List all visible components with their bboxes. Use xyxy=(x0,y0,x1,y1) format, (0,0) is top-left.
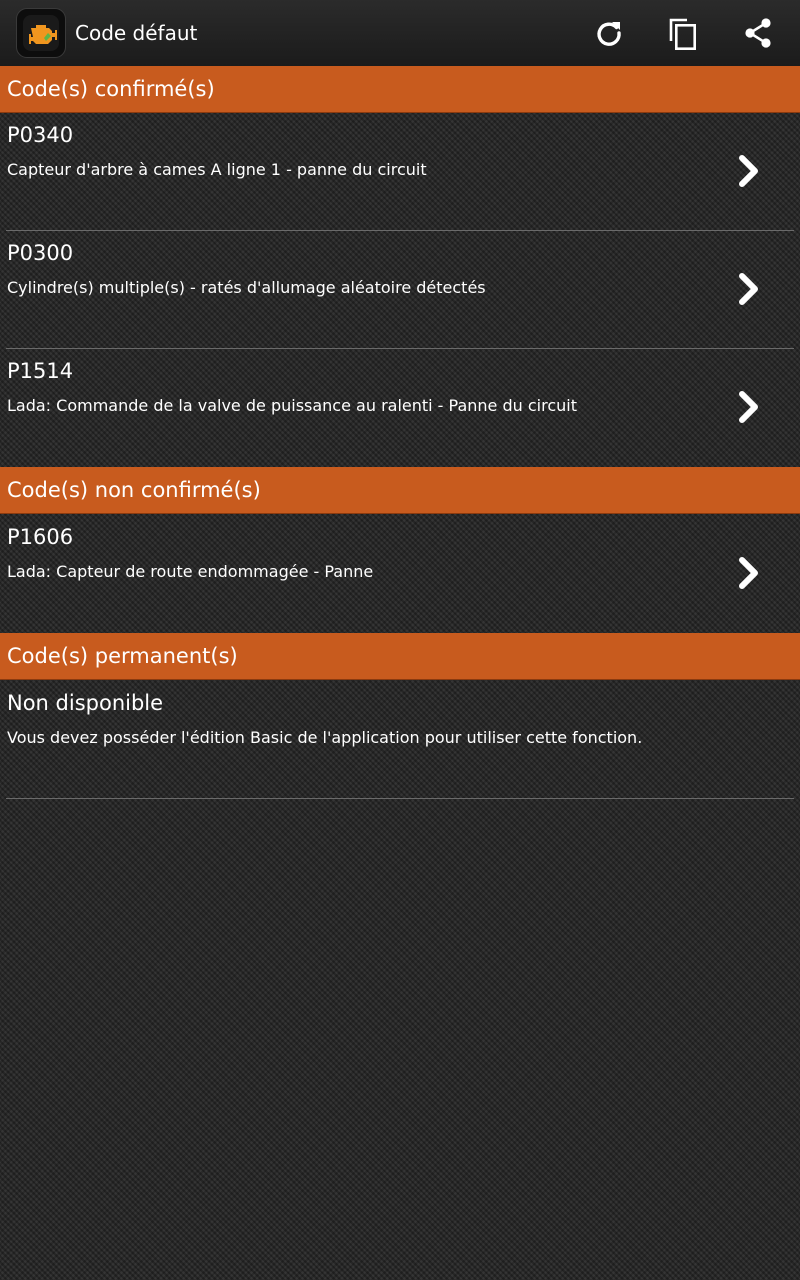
code-description: Lada: Capteur de route endommagée - Pann… xyxy=(7,562,374,581)
app-title: Code défaut xyxy=(75,21,198,45)
refresh-icon xyxy=(597,22,621,46)
section-header-unconfirmed: Code(s) non confirmé(s) xyxy=(0,467,800,514)
section-title: Code(s) confirmé(s) xyxy=(7,77,215,101)
section-header-permanent: Code(s) permanent(s) xyxy=(0,633,800,680)
code-id: P1606 xyxy=(7,525,74,549)
section-title: Code(s) non confirmé(s) xyxy=(7,478,261,502)
share-button[interactable] xyxy=(738,13,778,53)
check-engine-icon[interactable] xyxy=(16,8,66,58)
chevron-right-icon xyxy=(739,557,758,589)
code-id: Non disponible xyxy=(7,691,164,715)
code-description: Lada: Commande de la valve de puissance … xyxy=(7,396,577,415)
code-id: P0300 xyxy=(7,241,74,265)
action-bar: Code défaut xyxy=(0,0,800,67)
row-divider xyxy=(6,798,794,799)
chevron-right-icon xyxy=(739,155,758,187)
code-description: Vous devez posséder l'édition Basic de l… xyxy=(7,728,643,747)
code-description: Cylindre(s) multiple(s) - ratés d'alluma… xyxy=(7,278,486,297)
code-row[interactable]: P1514 Lada: Commande de la valve de puis… xyxy=(0,349,800,466)
copy-button[interactable] xyxy=(663,13,703,53)
chevron-right-icon xyxy=(739,391,758,423)
code-description: Capteur d'arbre à cames A ligne 1 - pann… xyxy=(7,160,427,179)
code-id: P0340 xyxy=(7,123,74,147)
code-row[interactable]: Non disponible Vous devez posséder l'édi… xyxy=(0,681,800,798)
code-row[interactable]: P0340 Capteur d'arbre à cames A ligne 1 … xyxy=(0,113,800,230)
refresh-button[interactable] xyxy=(589,13,629,53)
share-icon xyxy=(745,18,771,48)
copy-icon xyxy=(669,18,696,50)
code-row[interactable]: P0300 Cylindre(s) multiple(s) - ratés d'… xyxy=(0,231,800,348)
code-id: P1514 xyxy=(7,359,74,383)
chevron-right-icon xyxy=(739,273,758,305)
section-title: Code(s) permanent(s) xyxy=(7,644,238,668)
section-header-confirmed: Code(s) confirmé(s) xyxy=(0,66,800,113)
code-row[interactable]: P1606 Lada: Capteur de route endommagée … xyxy=(0,515,800,632)
